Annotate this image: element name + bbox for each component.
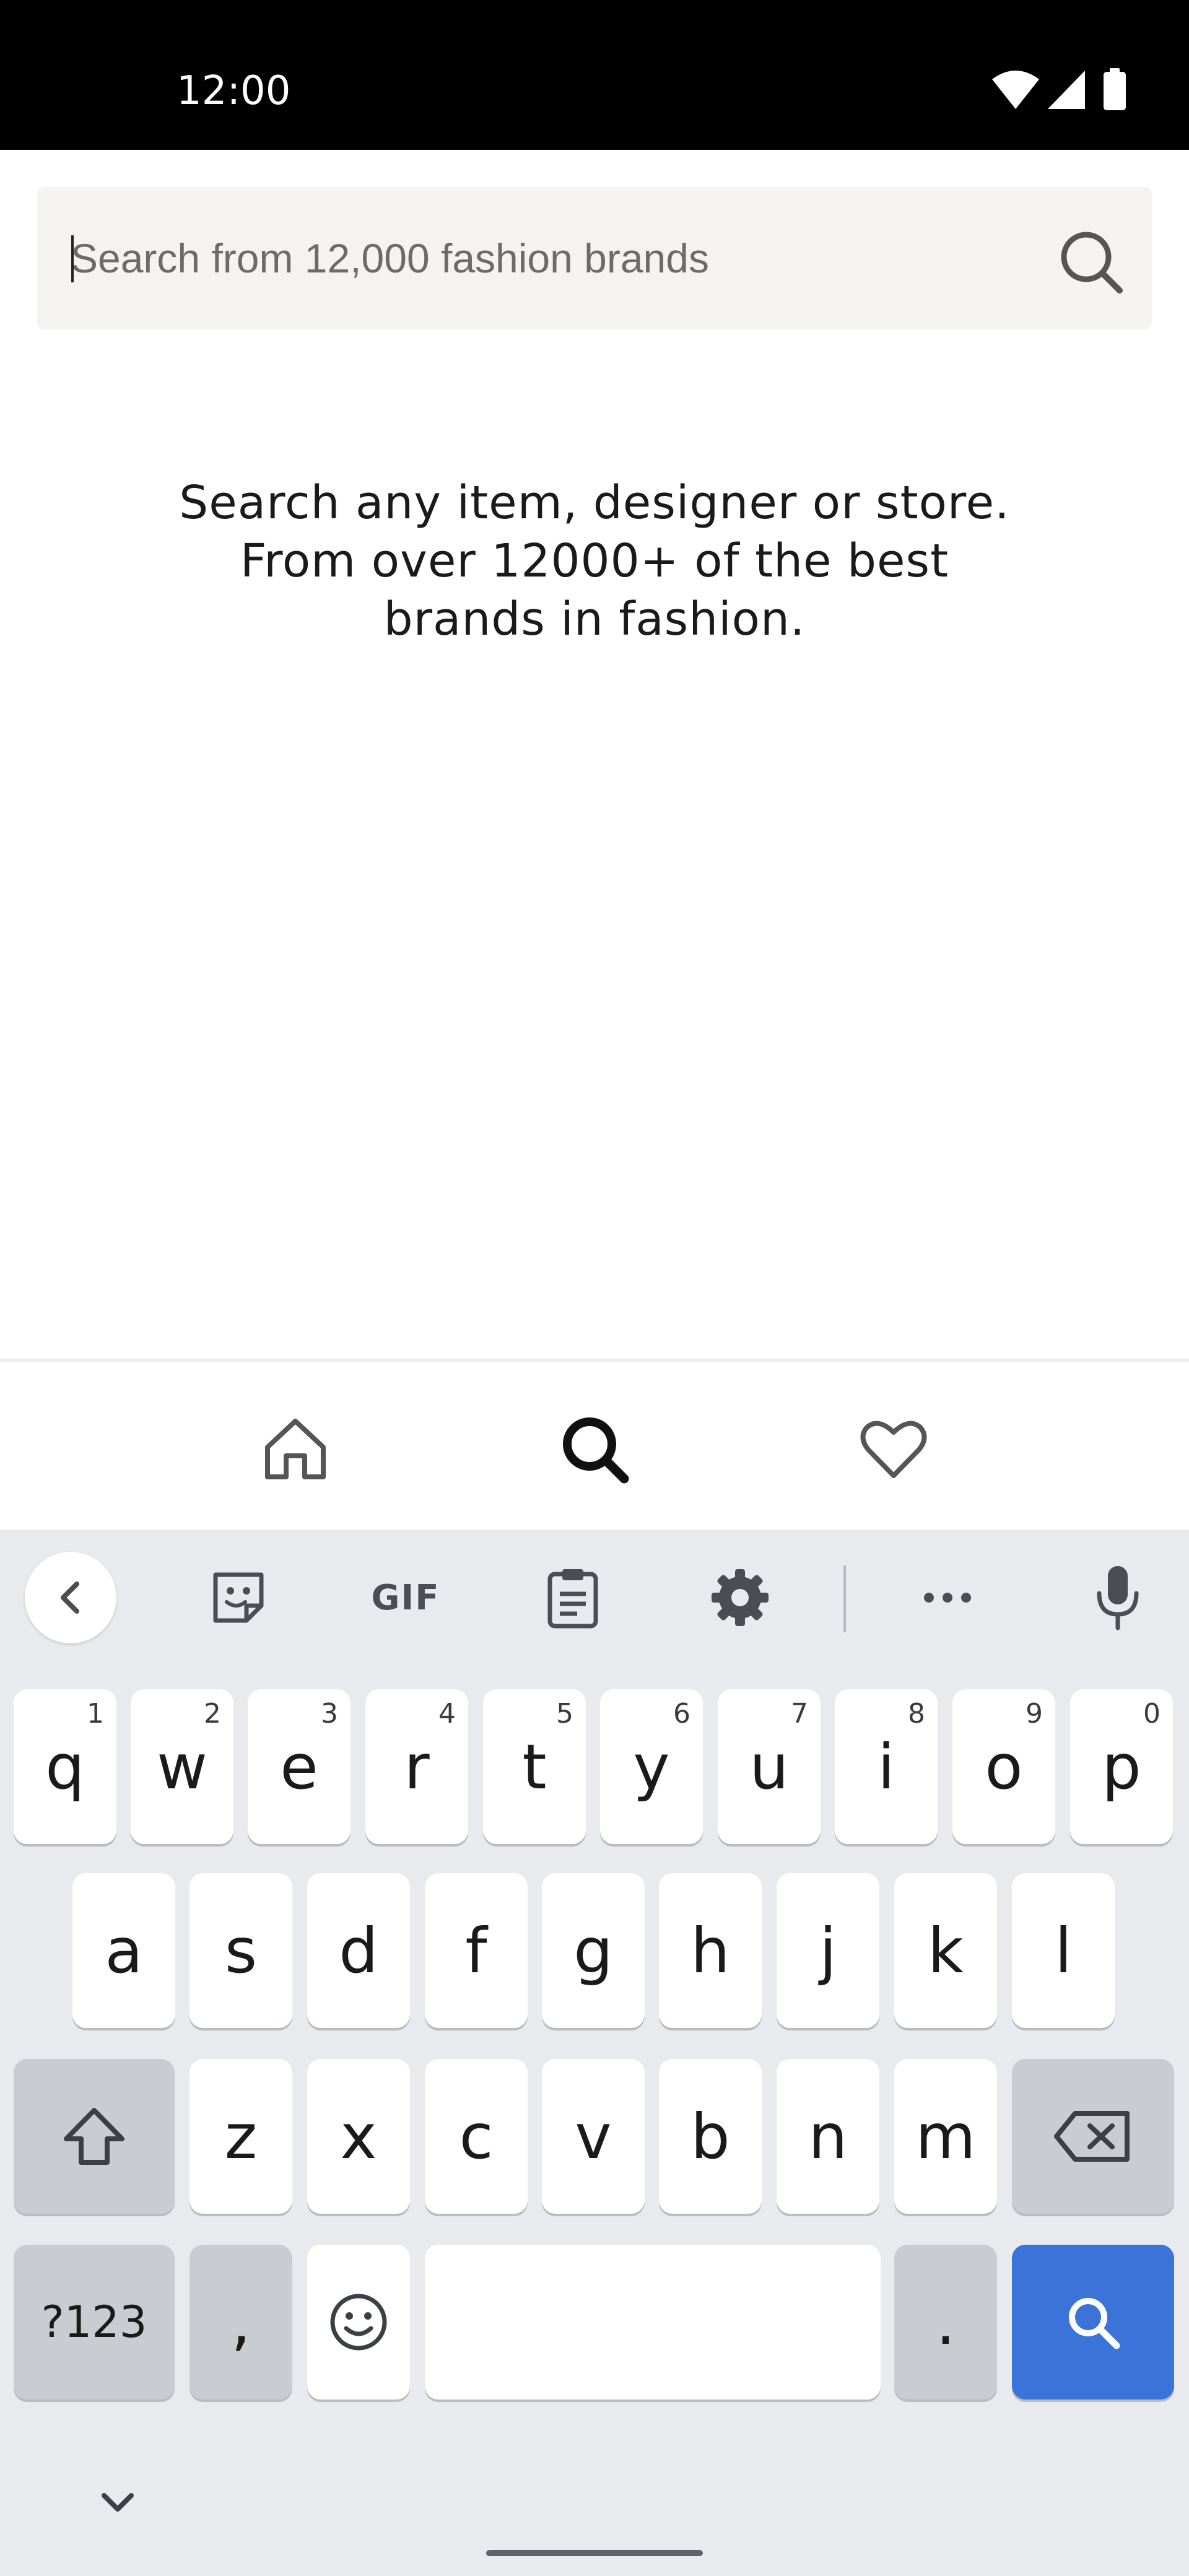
hint-line: From over 12000+ of the best [240,534,949,588]
key-n[interactable]: n [777,2059,879,2214]
heart-icon [860,1421,927,1478]
period-key[interactable]: . [894,2245,997,2400]
key-h[interactable]: h [659,1873,762,2028]
search-action-key[interactable] [1012,2245,1174,2400]
back-arrow-icon [61,1582,79,1614]
search-icon[interactable] [1056,227,1125,295]
nav-home-button[interactable] [258,1412,333,1486]
key-j[interactable]: j [777,1873,879,2028]
key-s[interactable]: s [189,1873,292,2028]
key-l[interactable]: l [1012,1873,1115,2028]
voice-input-button[interactable] [1078,1557,1158,1638]
shift-icon [64,2108,124,2165]
hint-line: brands in fashion. [383,593,806,646]
gif-button[interactable]: GIF [365,1557,446,1638]
search-icon [563,1417,629,1484]
gesture-navigation-bar[interactable] [486,2550,703,2556]
soft-keyboard: GIF q 1 w 2 e 3 r 4 t 5 y 6 u 7 i 8 o 9 … [0,1530,1189,2576]
more-icon [924,1593,971,1603]
key-c[interactable]: c [425,2059,528,2214]
microphone-icon [1097,1566,1139,1630]
key-z[interactable]: z [189,2059,292,2214]
status-icons [991,68,1133,111]
hide-keyboard-icon[interactable] [93,2477,142,2526]
emoji-key[interactable] [307,2245,410,2400]
key-g[interactable]: g [542,1873,645,2028]
bottom-navigation [0,1359,1189,1530]
key-d[interactable]: d [307,1873,410,2028]
key-y[interactable]: y6 [600,1689,703,1844]
key-b[interactable]: b [659,2059,762,2214]
search-input[interactable] [71,187,1000,329]
key-e[interactable]: e3 [248,1689,351,1844]
status-bar: 12:00 [0,0,1189,150]
gif-label: GIF [371,1577,440,1618]
key-m[interactable]: m [894,2059,997,2214]
key-x[interactable]: x [307,2059,410,2214]
key-t[interactable]: t5 [483,1689,586,1844]
status-time: 12:00 [176,68,291,114]
keyboard-toolbar: GIF [0,1530,1189,1666]
key-p[interactable]: p0 [1070,1689,1173,1844]
emoji-icon [330,2294,387,2351]
clipboard-icon [547,1569,598,1629]
home-icon [265,1419,326,1479]
key-k[interactable]: k [894,1873,997,2028]
key-r[interactable]: r4 [365,1689,468,1844]
wifi-icon [992,71,1039,109]
space-key[interactable] [425,2245,881,2400]
shift-key[interactable] [14,2059,175,2214]
key-o[interactable]: o9 [952,1689,1055,1844]
battery-icon [1104,68,1126,110]
sticker-button[interactable] [198,1557,279,1638]
settings-button[interactable] [700,1557,780,1638]
search-bar[interactable] [37,187,1152,329]
sticker-icon [213,1572,264,1623]
key-v[interactable]: v [542,2059,645,2214]
backspace-key[interactable] [1012,2059,1174,2214]
gear-icon [712,1569,769,1626]
key-q[interactable]: q1 [14,1689,116,1844]
key-w[interactable]: w2 [131,1689,233,1844]
key-a[interactable]: a [72,1873,175,2028]
nav-search-button[interactable] [557,1412,632,1486]
backspace-icon [1054,2111,1130,2162]
search-icon [1069,2298,1120,2349]
hint-line: Search any item, designer or store. [179,476,1010,529]
key-u[interactable]: u7 [718,1689,821,1844]
more-options-button[interactable] [907,1557,988,1638]
cellular-signal-icon [1048,71,1085,109]
comma-key[interactable]: , [189,2245,292,2400]
nav-favorites-button[interactable] [856,1412,931,1486]
key-i[interactable]: i8 [835,1689,938,1844]
symbols-key[interactable]: ?123 [14,2245,175,2400]
toolbar-divider [843,1565,846,1632]
clipboard-button[interactable] [533,1557,613,1638]
key-f[interactable]: f [425,1873,528,2028]
keyboard-back-button[interactable] [25,1552,116,1643]
search-hint-text: Search any item, designer or store. From… [0,474,1189,648]
text-caret [71,235,74,282]
